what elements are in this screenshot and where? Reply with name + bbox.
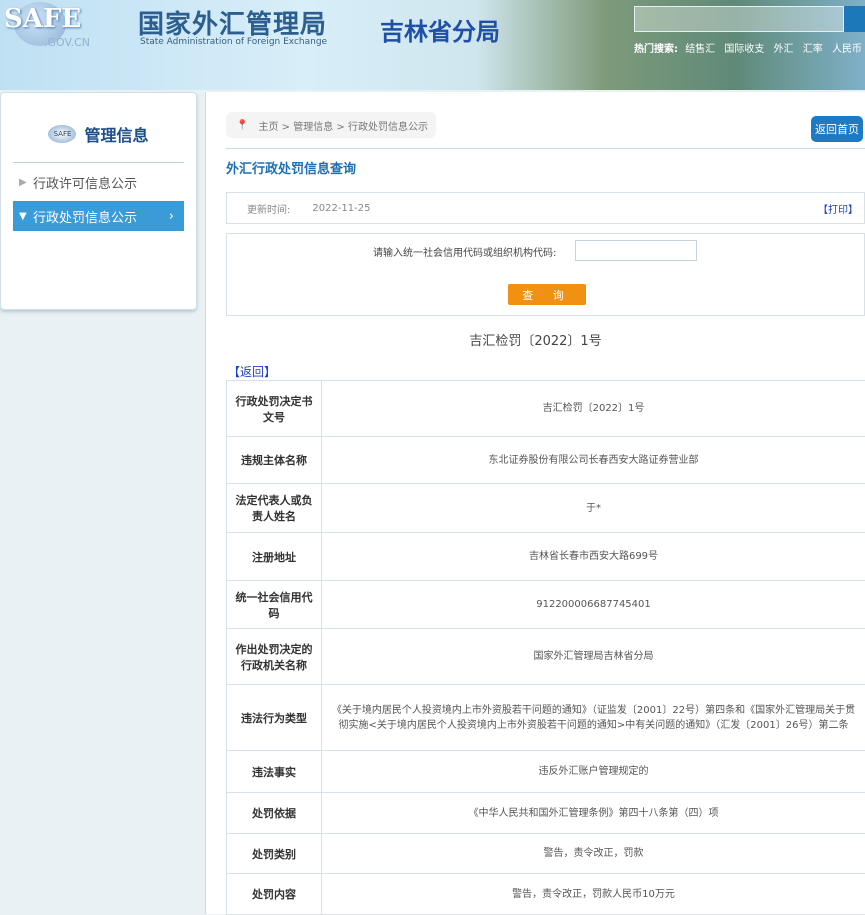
table-row: 违规主体名称东北证券股份有限公司长春西安大路证券营业部 (227, 437, 865, 484)
gov-cn-label: .GOV.CN (44, 36, 90, 49)
field-label: 违法行为类型 (227, 685, 322, 751)
field-value: 警告，责令改正，罚款人民币10万元 (322, 874, 865, 915)
document-number-heading: 吉汇检罚〔2022〕1号 (206, 330, 865, 349)
update-label: 更新时间: (247, 201, 290, 216)
safe-logo[interactable]: SAFE (4, 4, 81, 34)
site-title: 国家外汇管理局 (138, 4, 327, 41)
query-button[interactable]: 查 询 (508, 284, 586, 305)
main-content: 📍 主页 > 管理信息 > 行政处罚信息公示 返回首页 外汇行政处罚信息查询 更… (205, 92, 865, 914)
query-form: 请输入统一社会信用代码或组织机构代码: 查 询 (226, 233, 865, 316)
sidebar-item-label: 行政许可信息公示 (33, 173, 137, 192)
sidebar-title-text: 管理信息 (84, 122, 148, 146)
site-title-en: State Administration of Foreign Exchange (140, 37, 327, 47)
update-date: 2022-11-25 (312, 203, 370, 214)
table-row: 作出处罚决定的行政机关名称国家外汇管理局吉林省分局 (227, 629, 865, 685)
table-row: 注册地址吉林省长春市西安大路699号 (227, 533, 865, 581)
sidebar-title: SAFE 管理信息 (13, 105, 184, 163)
hot-search-label: 热门搜索: (634, 44, 678, 55)
field-value: 912200006687745401 (322, 581, 865, 629)
search-button[interactable] (844, 6, 865, 32)
divider (226, 148, 865, 149)
penalty-detail-table: 行政处罚决定书文号吉汇检罚〔2022〕1号违规主体名称东北证券股份有限公司长春西… (226, 380, 865, 915)
sidebar-item-label: 行政处罚信息公示 (33, 207, 137, 226)
field-value: 警告，责令改正，罚款 (322, 834, 865, 874)
field-label: 处罚依据 (227, 793, 322, 834)
chevron-right-icon: › (169, 209, 174, 224)
hot-term[interactable]: 结售汇 (685, 44, 715, 55)
table-row: 违法行为类型《关于境内居民个人投资境内上市外资股若干问题的通知》（证监发〔200… (227, 685, 865, 751)
search-input[interactable] (634, 6, 844, 32)
field-value: 吉林省长春市西安大路699号 (322, 533, 865, 581)
location-pin-icon: 📍 (236, 120, 248, 131)
field-label: 作出处罚决定的行政机关名称 (227, 629, 322, 685)
field-value: 东北证券股份有限公司长春西安大路证券营业部 (322, 437, 865, 484)
sidebar-item-admin-penalty[interactable]: ▼ 行政处罚信息公示 › (13, 201, 184, 231)
site-header: SAFE .GOV.CN 国家外汇管理局 State Administratio… (0, 0, 865, 90)
breadcrumb-home[interactable]: 主页 (258, 122, 278, 133)
field-label: 处罚内容 (227, 874, 322, 915)
field-value: 《关于境内居民个人投资境内上市外资股若干问题的通知》（证监发〔2001〕22号）… (322, 685, 865, 751)
hot-term[interactable]: 国际收支 (724, 44, 764, 55)
field-label: 统一社会信用代码 (227, 581, 322, 629)
page-title: 外汇行政处罚信息查询 (226, 158, 356, 177)
print-link[interactable]: 【打印】 (818, 201, 858, 216)
table-row: 处罚类别警告，责令改正，罚款 (227, 834, 865, 874)
field-label: 法定代表人或负责人姓名 (227, 484, 322, 533)
sidebar: SAFE 管理信息 ▶ 行政许可信息公示 ▼ 行政处罚信息公示 › (0, 92, 197, 310)
field-label: 处罚类别 (227, 834, 322, 874)
back-link[interactable]: 【返回】 (228, 363, 276, 380)
table-row: 行政处罚决定书文号吉汇检罚〔2022〕1号 (227, 381, 865, 437)
sidebar-item-admin-license[interactable]: ▶ 行政许可信息公示 (13, 167, 184, 197)
safe-mini-logo-icon: SAFE (48, 125, 76, 143)
code-label: 请输入统一社会信用代码或组织机构代码: (373, 244, 556, 259)
table-row: 处罚依据《中华人民共和国外汇管理条例》第四十八条第（四）项 (227, 793, 865, 834)
table-row: 统一社会信用代码912200006687745401 (227, 581, 865, 629)
branch-title: 吉林省分局 (380, 12, 500, 47)
return-home-button[interactable]: 返回首页 (811, 116, 863, 142)
hot-term[interactable]: 汇率 (803, 44, 823, 55)
triangle-right-icon: ▶ (19, 177, 33, 188)
hot-search: 热门搜索: 结售汇 国际收支 外汇 汇率 人民币 (634, 40, 865, 55)
field-value: 违反外汇账户管理规定的 (322, 751, 865, 793)
field-value: 国家外汇管理局吉林省分局 (322, 629, 865, 685)
credit-code-input[interactable] (575, 240, 697, 261)
update-bar: 更新时间: 2022-11-25 【打印】 (226, 192, 865, 224)
field-value: 《中华人民共和国外汇管理条例》第四十八条第（四）项 (322, 793, 865, 834)
field-label: 违法事实 (227, 751, 322, 793)
triangle-down-icon: ▼ (19, 211, 33, 222)
field-label: 行政处罚决定书文号 (227, 381, 322, 437)
breadcrumb: 📍 主页 > 管理信息 > 行政处罚信息公示 (226, 112, 436, 138)
field-label: 违规主体名称 (227, 437, 322, 484)
field-label: 注册地址 (227, 533, 322, 581)
hot-term[interactable]: 外汇 (774, 44, 794, 55)
field-value: 于* (322, 484, 865, 533)
breadcrumb-management[interactable]: 管理信息 (293, 122, 333, 133)
hot-term[interactable]: 人民币 (832, 44, 862, 55)
table-row: 处罚内容警告，责令改正，罚款人民币10万元 (227, 874, 865, 915)
field-value: 吉汇检罚〔2022〕1号 (322, 381, 865, 437)
table-row: 违法事实违反外汇账户管理规定的 (227, 751, 865, 793)
breadcrumb-current[interactable]: 行政处罚信息公示 (348, 122, 428, 133)
table-row: 法定代表人或负责人姓名于* (227, 484, 865, 533)
